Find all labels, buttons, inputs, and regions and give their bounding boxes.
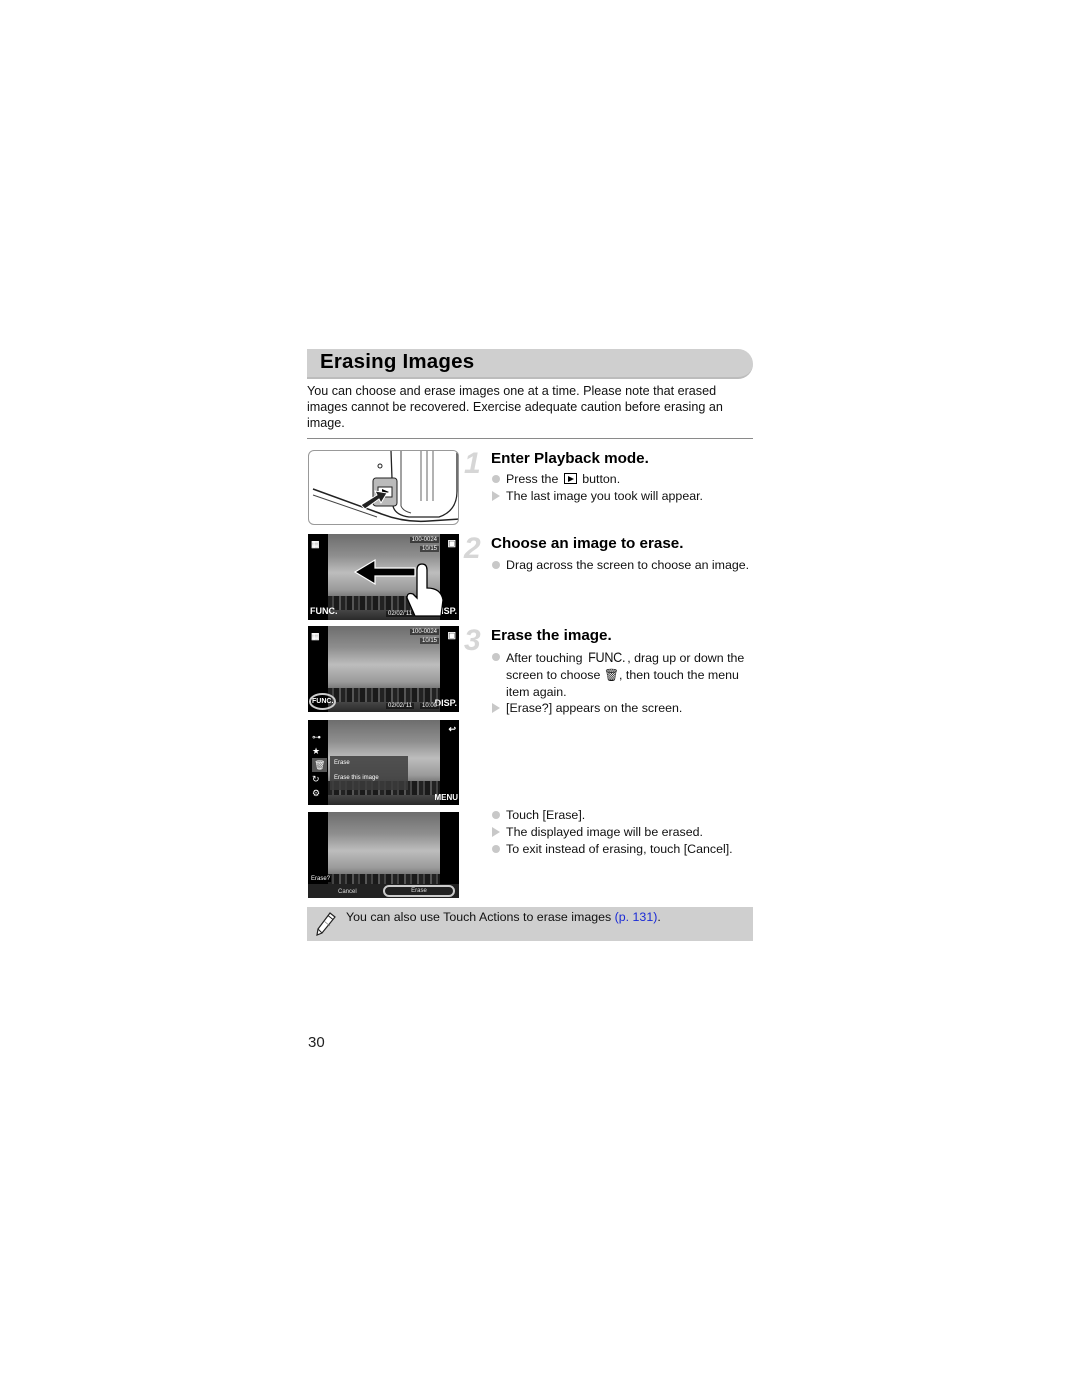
action-bullet: Press the button. [491, 471, 756, 488]
my-category-icon: ⚙ [312, 788, 321, 798]
smart-shuffle-icon: ▣ [447, 538, 456, 548]
index-view-icon: ▦ [311, 631, 320, 641]
result-arrow-icon [492, 826, 500, 837]
screen-erase-confirm: Erase? Cancel Erase [308, 812, 459, 898]
file-number: 100-0024 [409, 629, 439, 635]
date-stamp: 02/02/'11 [386, 703, 415, 709]
menu-button: MENU [434, 793, 458, 802]
step-title: Choose an image to erase. [491, 535, 684, 552]
screen-func-menu: ⊶ ★ 🗑 ↻ ⚙ Erase Erase this image ↩ MENU [308, 720, 459, 805]
camera-body-icon [312, 451, 458, 523]
page-number: 30 [308, 1034, 325, 1051]
result-bullet: [Erase?] appears on the screen. [491, 700, 756, 717]
erase-menu-panel: Erase Erase this image [330, 756, 408, 790]
erase-menu-title: Erase [334, 760, 350, 766]
step-number: 3 [464, 624, 481, 657]
action-bullet: After touching FUNC., drag up or down th… [491, 649, 756, 700]
index-view-icon: ▦ [311, 539, 320, 549]
bullet-dot-icon [492, 561, 500, 569]
image-count: 10/15 [419, 638, 439, 644]
bullet-dot-icon [492, 844, 500, 853]
bullet-dot-icon [492, 653, 500, 661]
file-number: 100-0024 [409, 537, 439, 543]
step-number: 2 [464, 532, 481, 565]
erase-button: Erase [383, 885, 455, 897]
result-arrow-icon [492, 703, 500, 714]
protect-icon: ⊶ [312, 732, 321, 742]
pencil-icon [316, 912, 336, 936]
note-box: You can also use Touch Actions to erase … [307, 907, 753, 941]
bullet-dot-icon [492, 811, 500, 819]
func-icon: FUNC. [587, 649, 626, 665]
section-title: Erasing Images [320, 350, 475, 373]
time-stamp: 10:00 [420, 703, 440, 709]
result-bullet: The displayed image will be erased. [491, 824, 756, 841]
cancel-button: Cancel [338, 889, 357, 895]
step-bullets: After touching FUNC., drag up or down th… [491, 649, 756, 717]
bullet-dot-icon [492, 475, 500, 483]
action-bullet: To exit instead of erasing, touch [Cance… [491, 841, 756, 858]
camera-playback-button-illustration [308, 450, 459, 525]
screen-touch-func: ▦ ▣ 100-0024 10/15 FUNC. DISP. 02/02/'11… [308, 626, 459, 712]
screen-drag-to-choose: ▦ ▣ 100-0024 10/15 FUNC. DISP. 02/02/'11 [308, 534, 459, 620]
erase-trash-icon: 🗑 [312, 758, 328, 772]
result-arrow-icon [492, 490, 500, 501]
step-title: Enter Playback mode. [491, 450, 649, 467]
func-menu-icons: ⊶ ★ 🗑 ↻ ⚙ [312, 730, 328, 800]
erase-prompt: Erase? [310, 876, 332, 882]
return-icon: ↩ [448, 724, 456, 734]
func-button: FUNC. [310, 606, 338, 616]
rotate-icon: ↻ [312, 774, 320, 784]
section-title-bar: Erasing Images [307, 349, 753, 379]
page-reference-link[interactable]: (p. 131) [615, 910, 658, 924]
step-bullets: Press the button. The last image you too… [491, 471, 756, 505]
section-intro: You can choose and erase images one at a… [307, 384, 723, 430]
playback-button-icon [563, 473, 577, 484]
action-bullet: Drag across the screen to choose an imag… [491, 557, 756, 574]
note-text: You can also use Touch Actions to erase … [346, 910, 661, 924]
step-bullets: Touch [Erase]. The displayed image will … [491, 807, 756, 857]
favorites-icon: ★ [312, 746, 321, 756]
image-count: 10/15 [419, 546, 439, 552]
erase-menu-option: Erase this image [334, 775, 379, 781]
step-title: Erase the image. [491, 627, 612, 644]
step-bullets: Drag across the screen to choose an imag… [491, 557, 756, 574]
action-bullet: Touch [Erase]. [491, 807, 756, 824]
step-number: 1 [464, 447, 481, 480]
swipe-left-hand-icon [353, 558, 444, 617]
divider [307, 438, 753, 439]
result-bullet: The last image you took will appear. [491, 488, 756, 505]
smart-shuffle-icon: ▣ [447, 630, 456, 640]
trash-icon: 🗑 [603, 667, 620, 682]
